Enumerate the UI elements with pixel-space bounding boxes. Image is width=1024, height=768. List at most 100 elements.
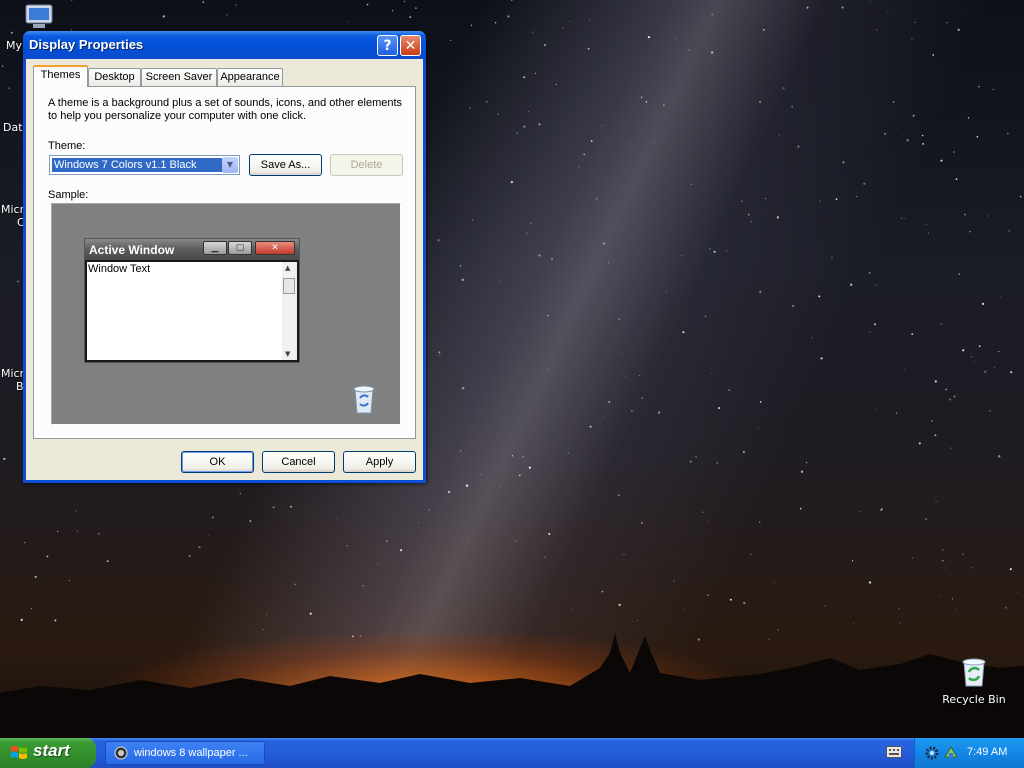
star — [249, 520, 252, 522]
star — [562, 27, 564, 29]
star — [704, 315, 707, 318]
star — [534, 72, 537, 75]
star — [3, 457, 6, 461]
star — [759, 521, 761, 523]
star — [940, 159, 943, 162]
star — [226, 14, 229, 16]
clock: 7:49 AM — [967, 746, 1008, 758]
star — [391, 10, 394, 12]
star — [673, 580, 675, 582]
close-button[interactable]: ✕ — [400, 35, 421, 56]
star — [595, 198, 598, 200]
taskbar-item-wallpaper[interactable]: windows 8 wallpaper ... — [105, 741, 265, 765]
star — [46, 555, 49, 558]
star — [759, 290, 762, 293]
star — [655, 40, 656, 42]
star — [618, 603, 621, 607]
desktop-icon-recycle-bin[interactable]: Recycle Bin — [940, 656, 1008, 706]
star — [925, 224, 928, 226]
star — [859, 511, 861, 513]
star — [955, 178, 958, 180]
sample-title-bar: Active Window ▁ ▢ ✕ — [85, 239, 299, 260]
star — [969, 231, 971, 233]
star — [290, 505, 292, 508]
desktop-label-my-computer[interactable]: My — [6, 39, 22, 52]
star — [24, 542, 26, 544]
tab-label: Desktop — [94, 71, 135, 83]
star — [540, 446, 542, 448]
star — [198, 546, 201, 549]
star — [647, 35, 651, 39]
star — [987, 215, 989, 217]
keyboard-icon[interactable] — [886, 746, 902, 758]
star — [994, 367, 996, 369]
star — [869, 331, 871, 333]
chevron-down-icon[interactable]: ▼ — [222, 157, 238, 173]
star — [892, 101, 895, 103]
star — [587, 47, 590, 50]
star — [523, 76, 526, 79]
star — [776, 216, 780, 219]
star — [740, 200, 743, 202]
scroll-thumb — [283, 278, 295, 294]
theme-label: Theme: — [48, 140, 86, 152]
star — [532, 31, 534, 33]
star — [998, 350, 1000, 353]
star — [509, 588, 511, 590]
star — [713, 250, 716, 253]
themes-panel: A theme is a background plus a set of so… — [33, 86, 416, 439]
save-as-button[interactable]: Save As... — [249, 154, 322, 176]
star — [944, 567, 946, 569]
star — [54, 619, 57, 622]
help-button[interactable]: ? — [377, 35, 398, 56]
settings-gear-icon[interactable] — [925, 746, 939, 760]
star — [757, 426, 759, 429]
star — [837, 172, 839, 174]
tab-label: Appearance — [220, 71, 280, 83]
cancel-button[interactable]: Cancel — [262, 451, 335, 473]
star — [526, 232, 528, 235]
star — [824, 605, 827, 607]
star — [710, 51, 714, 54]
star — [957, 28, 960, 31]
star — [202, 1, 205, 3]
star — [10, 31, 13, 34]
star — [750, 220, 753, 223]
star — [971, 567, 973, 569]
star — [623, 554, 625, 556]
help-icon: ? — [383, 38, 392, 54]
network-icon[interactable] — [943, 745, 959, 761]
star — [631, 621, 633, 623]
title-bar[interactable]: Display Properties ? ✕ — [23, 31, 426, 59]
star — [901, 218, 903, 219]
star — [912, 557, 914, 559]
star — [618, 318, 620, 320]
star — [497, 113, 499, 115]
recycle-bin-icon — [962, 658, 986, 687]
ok-button[interactable]: OK — [181, 451, 254, 473]
star — [603, 242, 606, 245]
star — [294, 583, 296, 586]
tab-screen-saver[interactable]: Screen Saver — [141, 68, 217, 86]
star — [964, 213, 966, 216]
star — [953, 395, 956, 398]
desktop-label-data[interactable]: Dat — [3, 121, 23, 134]
star — [490, 20, 492, 22]
star — [984, 370, 987, 373]
desktop-icon-my-computer[interactable] — [22, 3, 56, 33]
delete-button[interactable]: Delete — [330, 154, 403, 176]
tab-themes[interactable]: Themes — [33, 65, 88, 87]
star — [887, 12, 889, 13]
star — [522, 455, 525, 458]
apply-button[interactable]: Apply — [343, 451, 416, 473]
star — [1019, 195, 1022, 198]
star — [725, 250, 728, 252]
theme-select[interactable]: Windows 7 Colors v1.1 Black ▼ — [49, 155, 240, 175]
star — [949, 398, 952, 401]
start-button[interactable]: start — [0, 738, 96, 768]
star — [543, 44, 547, 47]
star — [750, 553, 752, 555]
star — [682, 609, 684, 610]
tab-appearance[interactable]: Appearance — [217, 68, 283, 86]
tab-desktop[interactable]: Desktop — [88, 68, 141, 86]
